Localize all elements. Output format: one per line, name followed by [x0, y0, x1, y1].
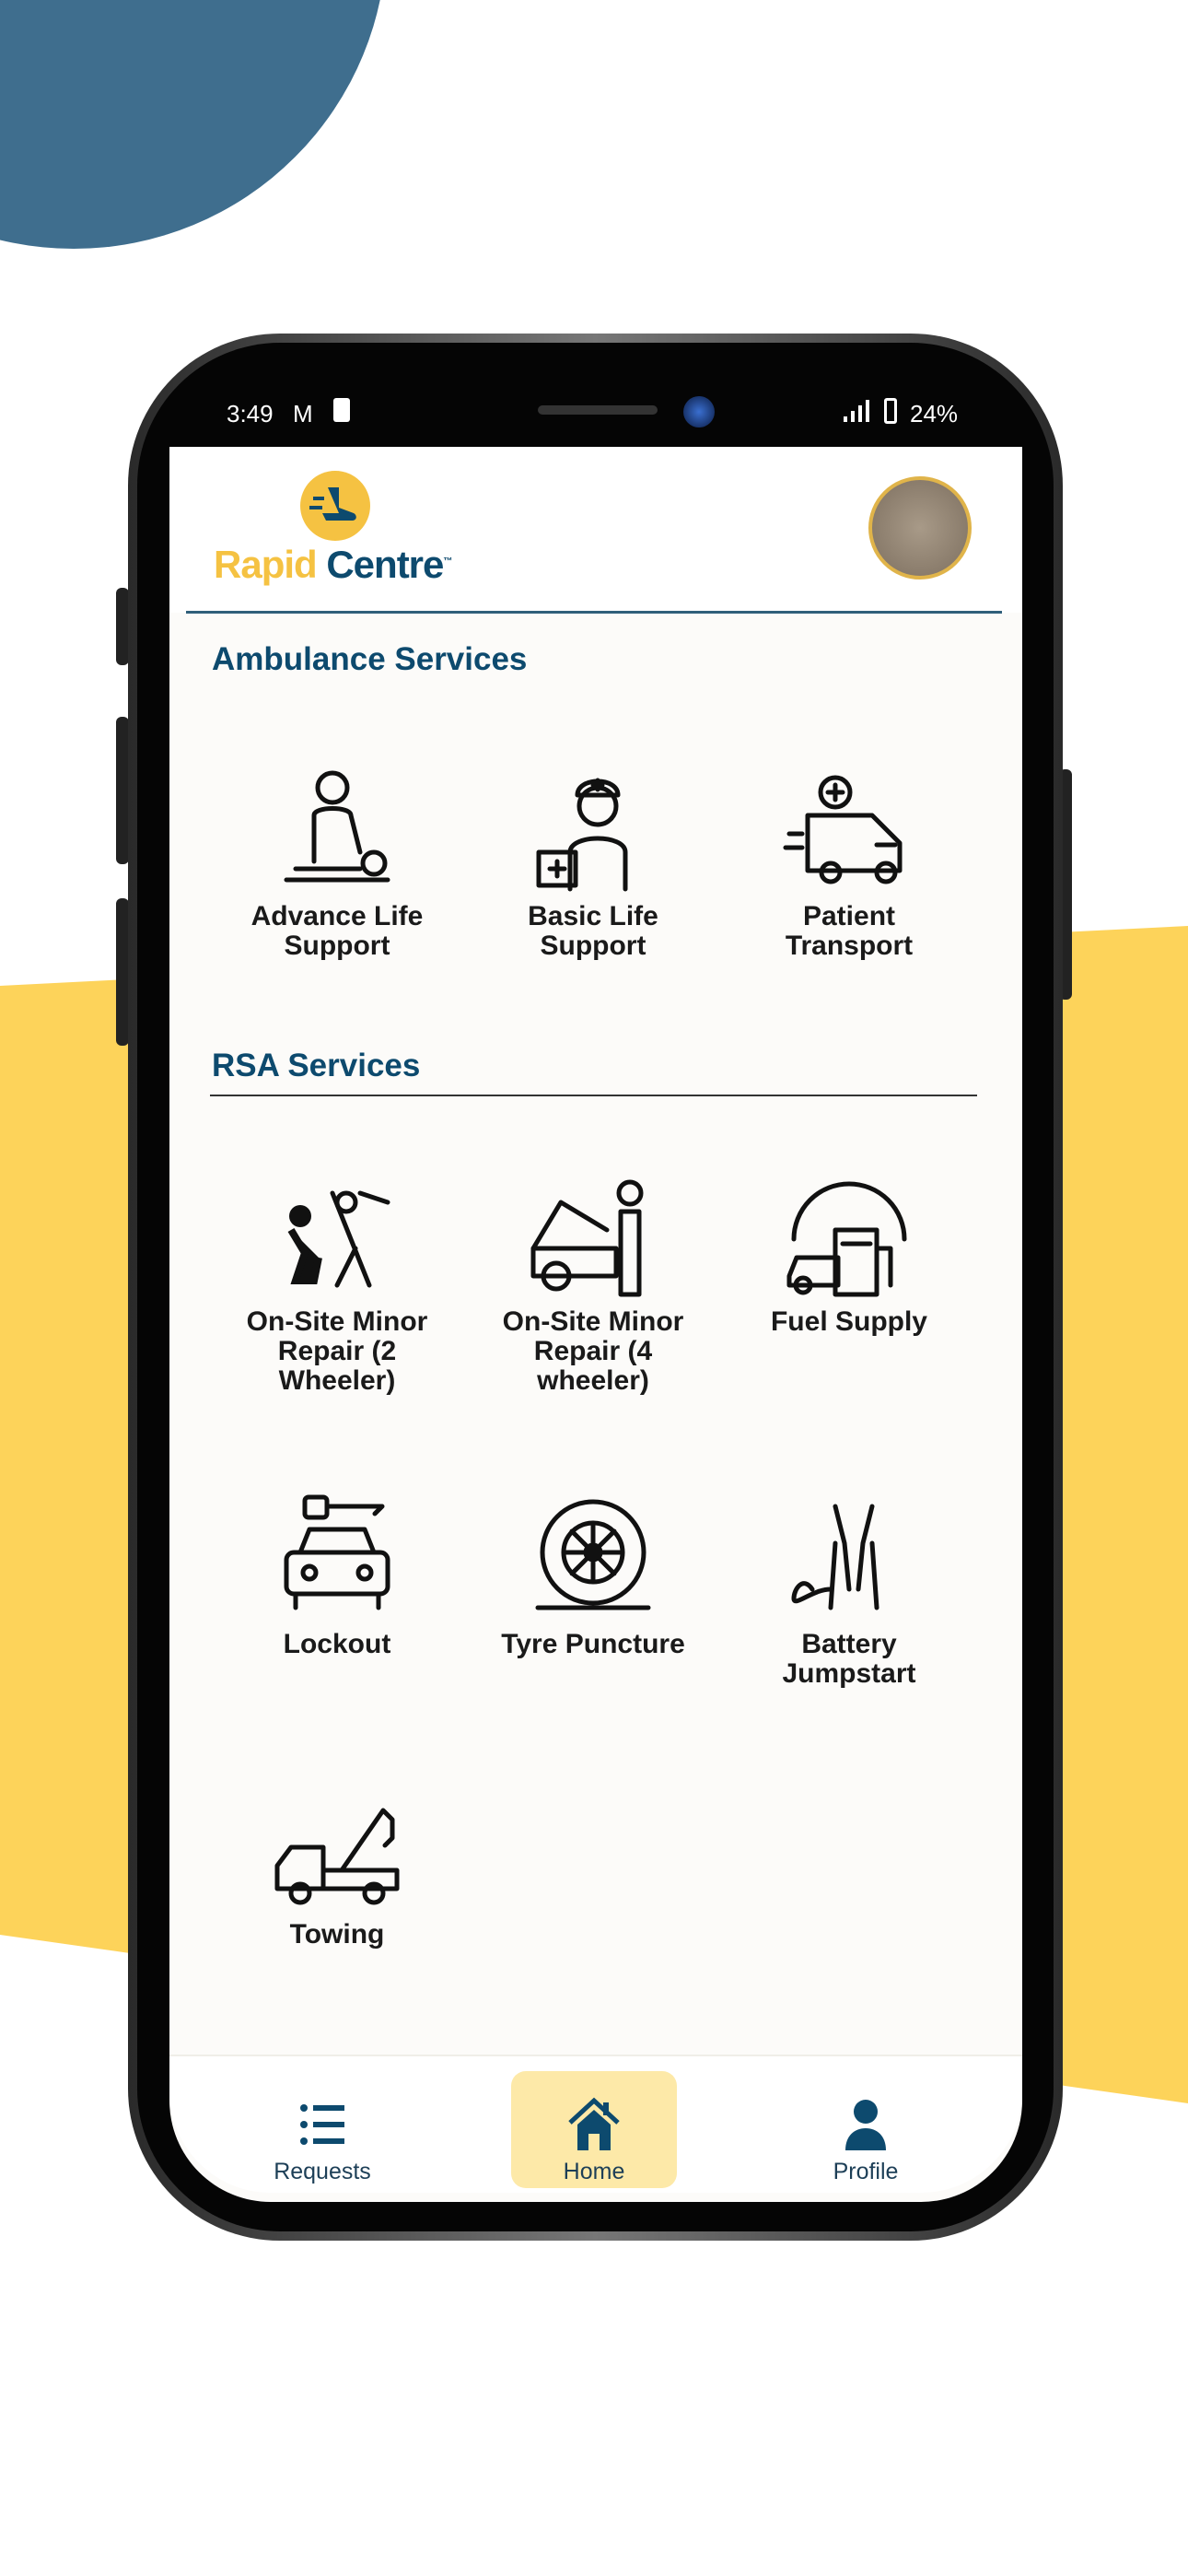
service-label-line: Tyre Puncture [501, 1629, 685, 1659]
bike-repair-icon [287, 1190, 390, 1288]
cpr-icon [284, 770, 390, 883]
logo-word-centre: Centre [326, 543, 444, 586]
logo-word-rapid: Rapid [214, 543, 318, 586]
nav-profile[interactable]: Profile [783, 2069, 949, 2189]
service-label-line: Jumpstart [782, 1658, 916, 1689]
header-divider [186, 611, 1002, 614]
tyre-icon [535, 1499, 651, 1610]
person-icon [845, 2100, 886, 2150]
service-label: Tyre Puncture [473, 1630, 713, 1659]
service-label-line: Repair (2 [277, 1336, 397, 1366]
status-time: 3:49 [227, 400, 274, 427]
service-tile[interactable]: On-Site Minor Repair (4 wheeler) [473, 1165, 713, 1396]
nav-home[interactable]: Home [511, 2069, 677, 2189]
logo-icon [300, 471, 370, 541]
nav-label: Profile [833, 2159, 899, 2184]
puzzle-icon [333, 398, 350, 422]
car-key-icon [284, 1494, 390, 1610]
service-tile[interactable]: Battery Jumpstart [729, 1488, 969, 1689]
service-label-line: Advance Life [250, 901, 424, 931]
service-label: Basic Life Support [473, 902, 713, 961]
status-bar: 3:49 M 24% [169, 387, 1022, 442]
service-label: Patient Transport [729, 902, 969, 961]
service-label: Advance Life Support [217, 902, 457, 961]
service-label: Fuel Supply [729, 1307, 969, 1337]
service-label-line: Battery [801, 1629, 897, 1659]
service-tile[interactable]: Patient Transport [729, 760, 969, 961]
gmail-icon: M [293, 400, 313, 427]
phone-button [116, 588, 129, 665]
service-label-line: Support [540, 931, 646, 961]
battery-icon [884, 398, 897, 424]
service-label-line: On-Site Minor [246, 1306, 428, 1337]
phone-button [116, 898, 129, 1046]
service-label-line: Transport [785, 931, 914, 961]
tow-truck-icon [274, 1808, 400, 1905]
fuel-icon [786, 1181, 907, 1297]
app-screen: Rapid Centre™ Ambulance Services Advance… [169, 447, 1022, 2202]
service-tile[interactable]: Lockout [217, 1488, 457, 1659]
service-tile[interactable]: Fuel Supply [729, 1165, 969, 1337]
app-header: Rapid Centre™ [169, 447, 1022, 613]
section-title-ambulance: Ambulance Services [212, 641, 528, 677]
service-label-line: Basic Life [528, 901, 658, 931]
signal-icon [844, 400, 869, 422]
list-icon [300, 2104, 344, 2145]
battery-level: 24% [910, 400, 959, 427]
service-label-line: Wheeler) [278, 1365, 396, 1396]
service-label-line: wheeler) [537, 1365, 649, 1396]
service-label-line: Repair (4 [533, 1336, 653, 1366]
paramedic-icon [536, 778, 628, 892]
service-label-line: Lockout [283, 1629, 391, 1659]
service-label: Lockout [217, 1630, 457, 1659]
service-tile[interactable]: Tyre Puncture [473, 1488, 713, 1659]
nav-requests[interactable]: Requests [239, 2069, 405, 2189]
camera [683, 396, 715, 427]
service-label-line: Support [284, 931, 390, 961]
nav-label: Requests [274, 2159, 371, 2184]
service-label: On-Site Minor Repair (2 Wheeler) [217, 1307, 457, 1396]
jumper-cable-icon [791, 1504, 879, 1610]
app-logo: Rapid Centre™ [214, 543, 452, 587]
decorative-blob [0, 0, 380, 249]
section-divider [210, 1095, 977, 1096]
home-icon [568, 2097, 620, 2150]
service-tile[interactable]: Basic Life Support [473, 760, 713, 961]
service-tile[interactable]: Advance Life Support [217, 760, 457, 961]
speaker-grille [538, 405, 658, 415]
service-label: Battery Jumpstart [729, 1630, 969, 1689]
service-label: On-Site Minor Repair (4 wheeler) [473, 1307, 713, 1396]
service-label-line: Fuel Supply [770, 1306, 927, 1337]
service-label-line: Towing [289, 1919, 385, 1950]
ambulance-icon [783, 775, 903, 884]
phone-button [116, 717, 129, 864]
service-label-line: Patient [802, 901, 896, 931]
section-title-rsa: RSA Services [212, 1048, 421, 1083]
service-tile[interactable]: Towing [217, 1778, 457, 1950]
avatar[interactable] [868, 476, 972, 580]
logo-tm: ™ [443, 556, 452, 567]
service-label-line: On-Site Minor [502, 1306, 684, 1337]
service-tile[interactable]: On-Site Minor Repair (2 Wheeler) [217, 1165, 457, 1396]
bottom-nav: Requests Home Profile [169, 2055, 1022, 2193]
nav-label: Home [563, 2159, 625, 2184]
car-repair-icon [530, 1179, 644, 1297]
service-label: Towing [217, 1920, 457, 1950]
